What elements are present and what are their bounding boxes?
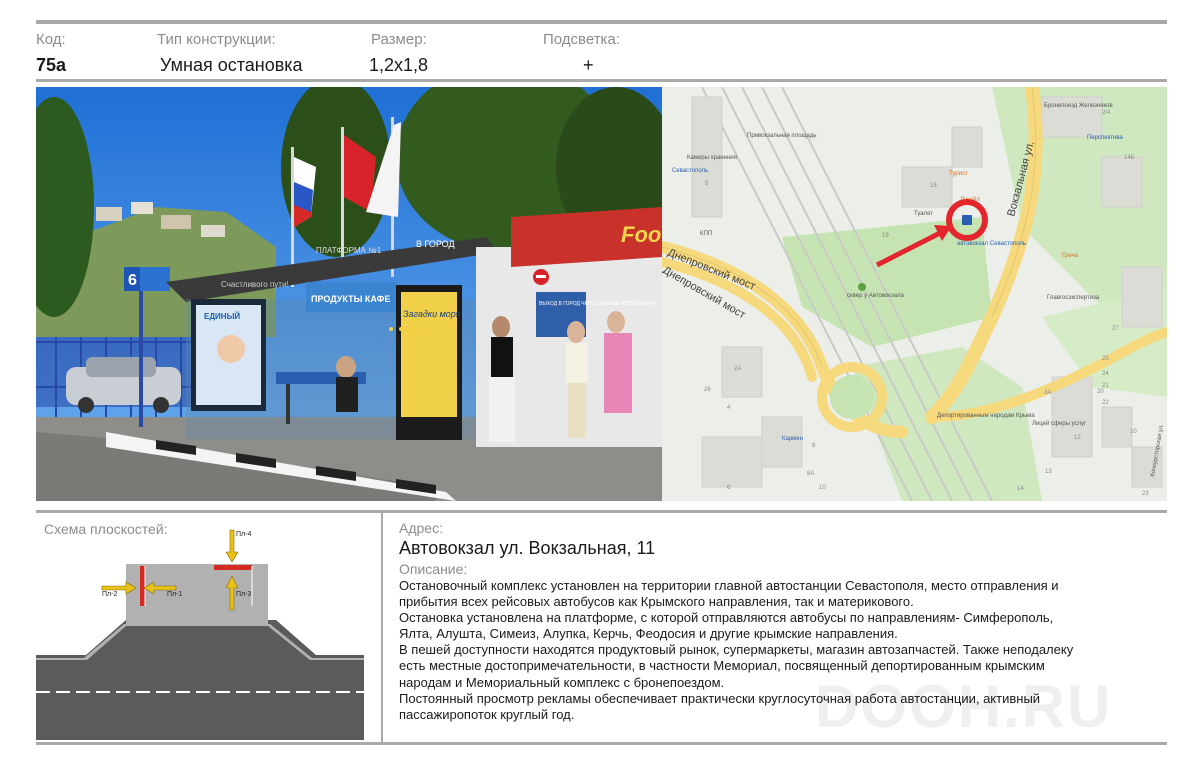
label-pl-4: Пл-4 bbox=[236, 531, 251, 538]
label-pl-2: Пл-2 bbox=[102, 591, 117, 598]
description-line: Остановочный комплекс установлен на терр… bbox=[399, 578, 1059, 593]
description-line: В пешей доступности находятся продуктовы… bbox=[399, 642, 1074, 658]
map-label-grecha: Греча bbox=[1062, 253, 1079, 259]
kiosk-sign: Food bbox=[621, 222, 662, 247]
type-label: Тип конструкции: bbox=[157, 31, 276, 48]
map-label-expertise: Главгосэкспертиза bbox=[1047, 295, 1100, 301]
map-label-bus-station: автовокзал Севастополь bbox=[957, 241, 1026, 247]
label-pl-1: Пл-1 bbox=[167, 591, 182, 598]
map-label-armored-train: Бронепоезд Железняков bbox=[1044, 103, 1113, 109]
house-number: 21 bbox=[1102, 383, 1109, 389]
kiosk-sign-2: ПРОДУКТЫ КАФЕ bbox=[311, 294, 390, 304]
panel-pl-4 bbox=[214, 565, 252, 570]
house-number: 26 bbox=[704, 387, 711, 393]
address-label: Адрес: bbox=[399, 520, 443, 536]
house-number: 24 bbox=[1102, 371, 1109, 377]
location-map-illustration: Привокзальная площадь Камеры хранения Се… bbox=[662, 87, 1167, 501]
house-number: 14 bbox=[1017, 486, 1024, 492]
planes-scheme: Пл-1 Пл-2 Пл-3 Пл-4 bbox=[36, 520, 364, 740]
house-number: 8А bbox=[807, 471, 814, 477]
description-line: прибытия всех рейсовых автобусов как Кры… bbox=[399, 594, 914, 610]
roof-sign-right: В ГОРОД bbox=[416, 239, 455, 249]
bottom-rule bbox=[36, 742, 1167, 745]
panel-pl-1 bbox=[140, 566, 145, 606]
map-label-kpp: КПП bbox=[700, 231, 712, 237]
ad-left-text: ЕДИНЫЙ bbox=[204, 312, 240, 321]
bus-station-icon bbox=[962, 215, 972, 225]
house-number: 22 bbox=[1102, 400, 1109, 406]
map-label-perspective: Перспектива bbox=[1087, 135, 1123, 141]
house-number: 12 bbox=[1074, 435, 1081, 441]
light-label: Подсветка: bbox=[543, 31, 620, 48]
house-number: 19 bbox=[882, 233, 889, 239]
house-number: 3А bbox=[1044, 390, 1051, 396]
house-number: 10 bbox=[819, 485, 826, 491]
ad-right-text: Загадки моря bbox=[403, 309, 461, 319]
description-label: Описание: bbox=[399, 561, 468, 577]
house-number: 25 bbox=[1102, 356, 1109, 362]
section-divider bbox=[381, 513, 383, 743]
header-rule bbox=[36, 79, 1167, 82]
house-number: 20 bbox=[1097, 389, 1104, 395]
house-number: 15 bbox=[930, 183, 937, 189]
bus-stop-photo: 6 ПЛАТФОРМА №1 В ГОРОД Счастливого пути!… bbox=[36, 87, 662, 501]
map-label-toilet: Туалет bbox=[914, 211, 933, 217]
map-label-carmen: Кармен bbox=[782, 436, 803, 442]
house-number: 10 bbox=[1130, 429, 1137, 435]
map-label-square-park: сквер у Автовокзала bbox=[847, 293, 905, 299]
map-label-sevastopol: Севастополь bbox=[672, 168, 708, 174]
watermark: DOOH.RU bbox=[815, 673, 1113, 740]
house-number: 2/4 bbox=[1102, 110, 1111, 116]
exit-sign: ВЫХОД В ГОРОД ЧЕРЕЗ ЗДАНИЕ АВТОВОКЗАЛА bbox=[539, 301, 657, 307]
code-value: 75а bbox=[36, 55, 67, 75]
map-label-storage: Камеры хранения bbox=[687, 155, 737, 161]
label-pl-3: Пл-3 bbox=[236, 591, 251, 598]
house-number: 2А bbox=[734, 366, 741, 372]
roof-sign-left: ПЛАТФОРМА №1 bbox=[316, 246, 382, 255]
size-value: 1,2х1,8 bbox=[369, 55, 429, 75]
code-label: Код: bbox=[36, 31, 66, 48]
location-map: Привокзальная площадь Камеры хранения Се… bbox=[662, 87, 1167, 501]
type-value: Умная остановка bbox=[160, 55, 303, 75]
house-number: 13 bbox=[1045, 469, 1052, 475]
light-value: + bbox=[583, 55, 594, 75]
roof-sign-front: Счастливого пути! bbox=[221, 280, 289, 289]
park-icon bbox=[858, 283, 866, 291]
bus-stop-photo-illustration: 6 ПЛАТФОРМА №1 В ГОРОД Счастливого пути!… bbox=[36, 87, 662, 501]
stop-number: 6 bbox=[128, 272, 137, 289]
photo-rule bbox=[36, 510, 1167, 513]
map-label-lyceum: Лицей сферы услуг bbox=[1032, 420, 1087, 427]
size-label: Размер: bbox=[371, 31, 427, 48]
description-line: Остановка установлена на платформе, с ко… bbox=[399, 610, 1054, 626]
scheme-title: Схема плоскостей: bbox=[44, 521, 168, 537]
top-rule bbox=[36, 20, 1167, 24]
house-number: 23 bbox=[1142, 491, 1149, 497]
planes-scheme-diagram: Пл-1 Пл-2 Пл-3 Пл-4 bbox=[36, 529, 364, 740]
house-number: 14Б bbox=[1124, 155, 1135, 161]
description-line: Ялта, Алушта, Симеиз, Алупка, Керчь, Фео… bbox=[399, 626, 898, 642]
house-number: 27 bbox=[1112, 326, 1119, 332]
map-label-memorial: Депортированным народам Крыма bbox=[937, 413, 1035, 419]
address-value: Автовокзал ул. Вокзальная, 11 bbox=[399, 538, 656, 558]
map-label-tourist: Турист bbox=[949, 171, 968, 177]
map-label-square: Привокзальная площадь bbox=[747, 133, 817, 139]
